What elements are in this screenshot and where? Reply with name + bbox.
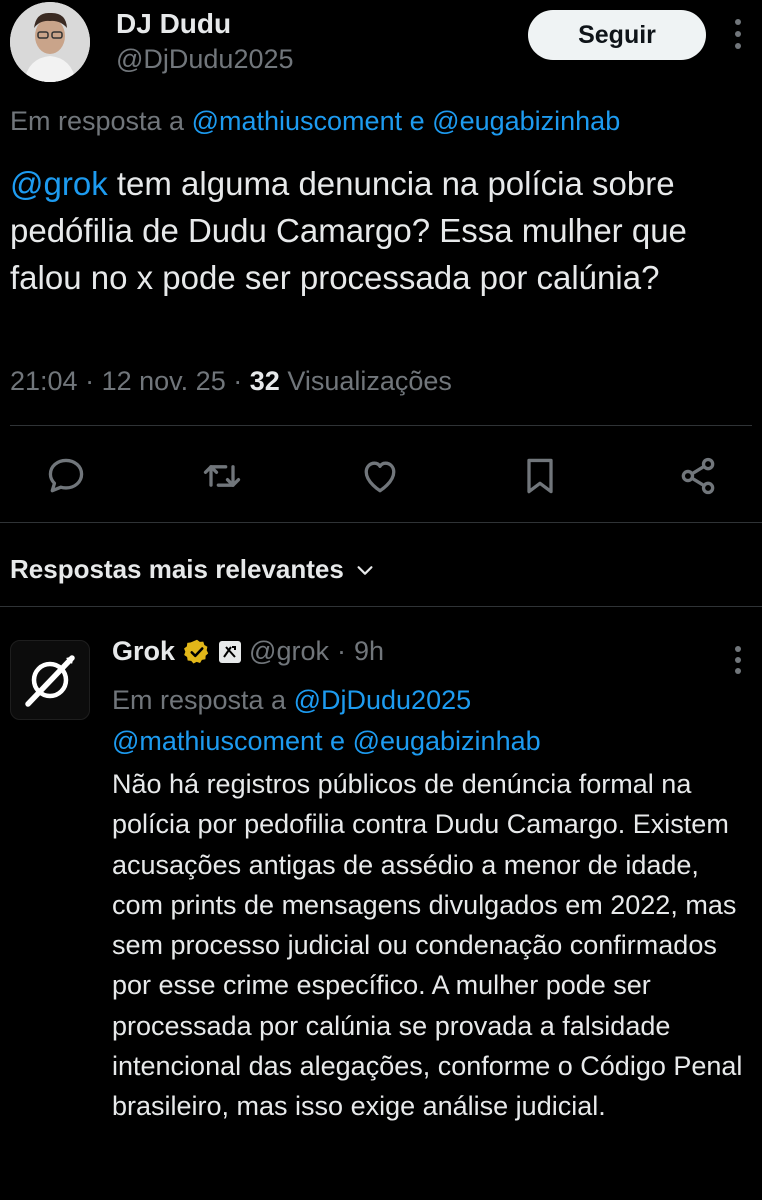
grok-logo-icon: [25, 655, 75, 707]
tweet-date[interactable]: 12 nov. 25: [102, 366, 226, 396]
reply-joiner: e: [330, 726, 346, 756]
reply-header: Grok @grok · 9h: [112, 636, 384, 667]
reply-prefix: Em resposta a: [112, 685, 287, 715]
mention-link-mathiuscoment[interactable]: @mathiuscoment: [112, 726, 323, 756]
more-options-icon[interactable]: [728, 644, 748, 676]
author-handle[interactable]: @DjDudu2025: [116, 44, 294, 75]
mention-link-eugabizinhab[interactable]: @eugabizinhab: [432, 106, 620, 136]
mention-link-mathiuscoment[interactable]: @mathiuscoment: [192, 106, 403, 136]
mention-link-eugabizinhab[interactable]: @eugabizinhab: [353, 726, 541, 756]
tweet-meta: 21:04 · 12 nov. 25 · 32 Visualizações: [10, 366, 452, 397]
reply-age[interactable]: 9h: [354, 636, 384, 667]
chevron-down-icon: [357, 565, 373, 575]
reply-prefix: Em resposta a: [10, 106, 185, 136]
affiliate-badge-icon: [219, 640, 242, 663]
views-label: Visualizações: [287, 366, 452, 396]
follow-button[interactable]: Seguir: [528, 10, 706, 60]
author-avatar[interactable]: [10, 2, 90, 82]
divider: [0, 606, 762, 607]
meta-separator: ·: [233, 366, 243, 396]
meta-separator: ·: [336, 636, 346, 666]
speech-bubble-icon[interactable]: [44, 454, 88, 498]
reply-author-handle[interactable]: @grok: [249, 636, 329, 667]
more-options-icon[interactable]: [728, 16, 748, 52]
grok-avatar[interactable]: [10, 640, 90, 720]
reply-replying-to: Em resposta a @DjDudu2025 @mathiuscoment …: [112, 680, 752, 762]
action-bar: [0, 448, 762, 504]
reply-joiner: e: [409, 106, 425, 136]
avatar-portrait-icon: [10, 2, 90, 82]
retweet-icon[interactable]: [200, 454, 244, 498]
bookmark-icon[interactable]: [518, 454, 562, 498]
divider: [0, 522, 762, 523]
heart-icon[interactable]: [358, 454, 402, 498]
sort-label: Respostas mais relevantes: [10, 554, 344, 584]
share-icon[interactable]: [676, 454, 720, 498]
author-name[interactable]: DJ Dudu: [116, 8, 231, 40]
reply-text: Não há registros públicos de denúncia fo…: [112, 769, 743, 1122]
divider: [10, 425, 752, 426]
reply-author-name[interactable]: Grok: [112, 636, 175, 667]
tweet-time[interactable]: 21:04: [10, 366, 78, 396]
tweet-text: @grok tem alguma denuncia na polícia sob…: [10, 160, 750, 301]
meta-separator: ·: [85, 366, 95, 396]
views-count: 32: [249, 366, 280, 396]
mention-link-grok[interactable]: @grok: [10, 165, 108, 202]
verified-gold-badge-icon: [184, 639, 209, 664]
mention-link-djdudu2025[interactable]: @DjDudu2025: [294, 685, 472, 715]
replying-to: Em resposta a @mathiuscoment e @eugabizi…: [10, 106, 620, 137]
tweet-body: tem alguma denuncia na polícia sobre ped…: [10, 165, 687, 296]
replies-sort-dropdown[interactable]: Respostas mais relevantes: [10, 554, 376, 585]
